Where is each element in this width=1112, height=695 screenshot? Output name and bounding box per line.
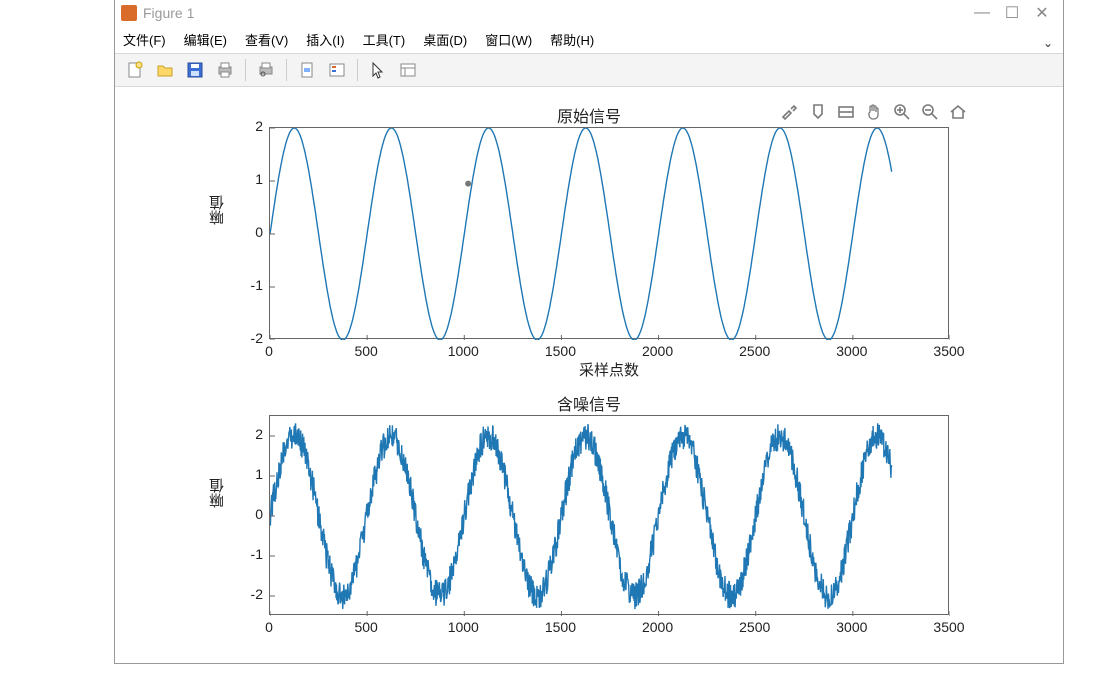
xtick: 2000 bbox=[642, 619, 673, 635]
linked-plot-icon bbox=[298, 61, 316, 79]
properties-icon bbox=[399, 61, 417, 79]
menu-tools[interactable]: 工具(T) bbox=[363, 30, 406, 49]
menu-edit[interactable]: 编辑(E) bbox=[184, 30, 227, 49]
edit-plot-button[interactable] bbox=[364, 57, 392, 83]
xtick: 500 bbox=[354, 343, 377, 359]
toolbar bbox=[115, 53, 1063, 87]
ytick: 0 bbox=[235, 506, 263, 522]
axes-zoom-out-button[interactable] bbox=[919, 101, 941, 123]
menu-help[interactable]: 帮助(H) bbox=[550, 30, 594, 49]
property-editor-button[interactable] bbox=[394, 57, 422, 83]
menu-insert[interactable]: 插入(I) bbox=[306, 30, 344, 49]
menu-file[interactable]: 文件(F) bbox=[123, 30, 166, 49]
ytick: -2 bbox=[235, 330, 263, 346]
ytick: 2 bbox=[235, 118, 263, 134]
save-button[interactable] bbox=[181, 57, 209, 83]
xtick: 1000 bbox=[448, 619, 479, 635]
open-folder-icon bbox=[156, 61, 174, 79]
axes-rotate-button[interactable] bbox=[835, 101, 857, 123]
insert-legend-icon bbox=[328, 61, 346, 79]
zoom-in-icon bbox=[892, 102, 912, 122]
ytick: 1 bbox=[235, 466, 263, 482]
axes-box-2 bbox=[269, 415, 949, 615]
axes-noisy-signal[interactable]: 含噪信号 嘛值 -2 -1 0 1 2 0 500 1000 1500 2000 2500 3000 3… bbox=[209, 393, 969, 653]
curve-clean bbox=[270, 128, 950, 340]
matlab-figure-icon bbox=[121, 5, 137, 21]
save-icon bbox=[186, 61, 204, 79]
pan-hand-icon bbox=[864, 102, 884, 122]
minimize-button[interactable]: — bbox=[967, 4, 997, 22]
axes-ylabel-2: 嘛值 bbox=[207, 478, 228, 508]
xtick: 1000 bbox=[448, 343, 479, 359]
close-button[interactable]: ✕ bbox=[1027, 3, 1057, 23]
curve-noisy bbox=[270, 416, 950, 616]
xtick: 3500 bbox=[933, 343, 964, 359]
axes-home-button[interactable] bbox=[947, 101, 969, 123]
axes-clean-signal[interactable]: 原始信号 嘛值 采样点数 -2-101205001000150020002500… bbox=[209, 105, 969, 375]
link-plot-button[interactable] bbox=[293, 57, 321, 83]
home-icon bbox=[948, 102, 968, 122]
xtick: 3000 bbox=[836, 619, 867, 635]
axes-toolbar bbox=[779, 101, 969, 123]
ytick: 1 bbox=[235, 171, 263, 187]
xtick: 1500 bbox=[545, 343, 576, 359]
ytick: -2 bbox=[235, 586, 263, 602]
maximize-button[interactable]: ☐ bbox=[997, 3, 1027, 23]
figure-area: 原始信号 嘛值 采样点数 -2-101205001000150020002500… bbox=[115, 87, 1063, 653]
print-button[interactable] bbox=[211, 57, 239, 83]
xtick: 0 bbox=[265, 619, 273, 635]
axes-xlabel-1: 采样点数 bbox=[269, 359, 949, 380]
ytick: -1 bbox=[235, 546, 263, 562]
cursor-icon bbox=[369, 61, 387, 79]
ytick: -1 bbox=[235, 277, 263, 293]
print-icon bbox=[216, 61, 234, 79]
xtick: 3000 bbox=[836, 343, 867, 359]
zoom-out-icon bbox=[920, 102, 940, 122]
insert-legend-button[interactable] bbox=[323, 57, 351, 83]
xtick: 2500 bbox=[739, 343, 770, 359]
open-button[interactable] bbox=[151, 57, 179, 83]
xtick: 2500 bbox=[739, 619, 770, 635]
new-figure-icon bbox=[126, 61, 144, 79]
titlebar: Figure 1 — ☐ ✕ bbox=[115, 0, 1063, 26]
rotate-icon bbox=[836, 102, 856, 122]
axes-title-2: 含噪信号 bbox=[557, 391, 621, 415]
menu-desktop[interactable]: 桌面(D) bbox=[423, 30, 467, 49]
window-title: Figure 1 bbox=[143, 5, 194, 21]
menubar: 文件(F) 编辑(E) 查看(V) 插入(I) 工具(T) 桌面(D) 窗口(W… bbox=[115, 26, 1063, 53]
ytick: 0 bbox=[235, 224, 263, 240]
printer-icon bbox=[257, 61, 275, 79]
axes-datatip-button[interactable] bbox=[807, 101, 829, 123]
axes-zoom-in-button[interactable] bbox=[891, 101, 913, 123]
xtick: 2000 bbox=[642, 343, 673, 359]
menu-window[interactable]: 窗口(W) bbox=[485, 30, 532, 49]
data-tip-icon bbox=[808, 102, 828, 122]
xtick: 3500 bbox=[933, 619, 964, 635]
axes-pan-button[interactable] bbox=[863, 101, 885, 123]
xtick: 1500 bbox=[545, 619, 576, 635]
figure-window: Figure 1 — ☐ ✕ 文件(F) 编辑(E) 查看(V) 插入(I) 工… bbox=[114, 0, 1064, 664]
brush-icon bbox=[780, 102, 800, 122]
menu-overflow-icon[interactable]: ⌄ bbox=[1043, 36, 1053, 50]
axes-title-1: 原始信号 bbox=[557, 103, 621, 127]
xtick: 500 bbox=[354, 619, 377, 635]
print-preview-button[interactable] bbox=[252, 57, 280, 83]
xtick: 0 bbox=[265, 343, 273, 359]
axes-ylabel-1: 嘛值 bbox=[207, 195, 228, 225]
menu-view[interactable]: 查看(V) bbox=[245, 30, 288, 49]
axes-brush-button[interactable] bbox=[779, 101, 801, 123]
ytick: 2 bbox=[235, 426, 263, 442]
new-figure-button[interactable] bbox=[121, 57, 149, 83]
axes-box-1 bbox=[269, 127, 949, 339]
